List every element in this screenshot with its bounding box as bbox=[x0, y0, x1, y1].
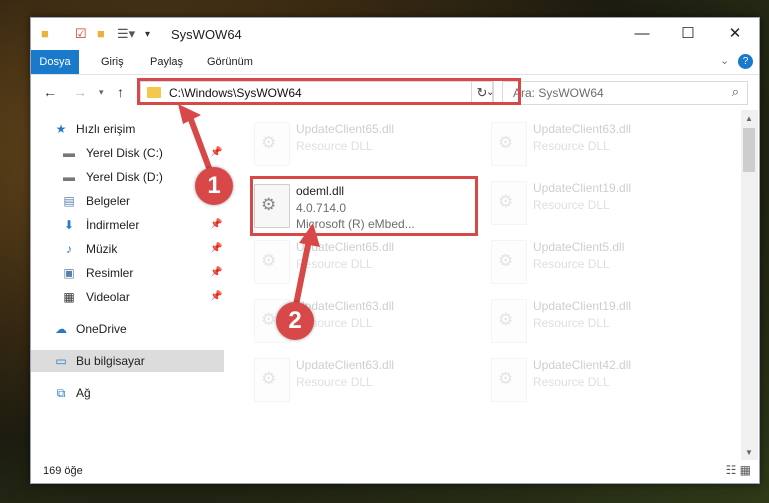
annotation-arrows bbox=[178, 104, 320, 306]
step-2-marker: 2 bbox=[276, 302, 314, 340]
step-1-marker: 1 bbox=[195, 167, 233, 205]
arrowhead-2 bbox=[299, 223, 320, 247]
arrow-2 bbox=[293, 239, 312, 306]
